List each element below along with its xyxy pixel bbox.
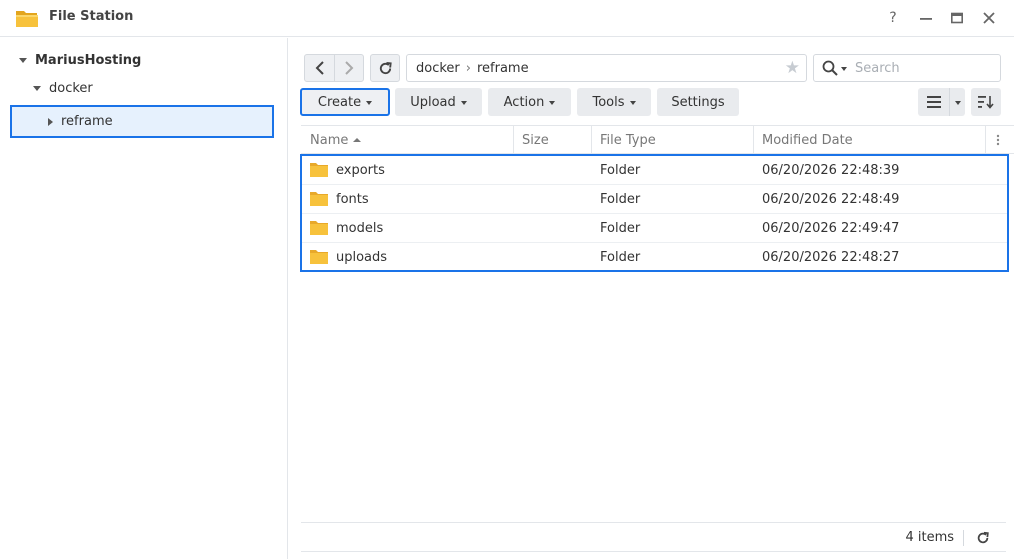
- table-row[interactable]: exports Folder 06/20/2026 22:48:39: [302, 156, 1007, 185]
- chevron-down-icon: [549, 101, 556, 105]
- file-modified: 06/20/2026 22:48:49: [762, 191, 900, 207]
- settings-button[interactable]: Settings: [657, 88, 739, 116]
- column-header-size[interactable]: Size: [522, 126, 592, 154]
- action-button[interactable]: Action: [488, 88, 571, 116]
- window-title: File Station: [49, 9, 134, 24]
- column-header-name[interactable]: Name: [310, 126, 510, 154]
- file-list: exports Folder 06/20/2026 22:48:39 fonts…: [300, 154, 1009, 272]
- file-modified: 06/20/2026 22:48:27: [762, 249, 900, 265]
- footer-refresh-button[interactable]: [974, 529, 992, 547]
- chevron-down-icon: [841, 67, 847, 71]
- close-icon[interactable]: [979, 8, 999, 28]
- forward-button[interactable]: [334, 55, 363, 81]
- file-type: Folder: [600, 162, 641, 178]
- back-button[interactable]: [305, 55, 334, 81]
- status-bar: 4 items: [301, 522, 1006, 552]
- path-bar[interactable]: docker › reframe ★: [406, 54, 807, 82]
- column-header-modified[interactable]: Modified Date: [762, 126, 962, 154]
- minimize-icon[interactable]: [916, 8, 936, 28]
- folder-icon: [310, 192, 328, 206]
- sort-asc-icon: [353, 138, 362, 142]
- column-divider: [591, 126, 592, 154]
- sort-icon: [978, 96, 994, 109]
- chevron-down-icon: [629, 101, 636, 105]
- tree-item-label: reframe: [61, 114, 113, 129]
- view-mode-selector: [918, 88, 965, 116]
- column-divider: [985, 126, 986, 154]
- tree-item-docker[interactable]: docker: [33, 74, 93, 102]
- folder-icon: [310, 163, 328, 177]
- list-view-icon: [926, 96, 941, 108]
- chevron-left-icon: [315, 61, 324, 75]
- sort-button[interactable]: [971, 88, 1001, 116]
- refresh-icon: [379, 61, 392, 74]
- column-options-icon[interactable]: [991, 126, 1005, 154]
- file-type: Folder: [600, 249, 641, 265]
- refresh-icon: [977, 531, 989, 544]
- folder-tree-panel: MariusHosting docker reframe: [0, 38, 288, 559]
- file-station-app-icon: [16, 11, 38, 27]
- search-placeholder: Search: [855, 60, 900, 76]
- chevron-down-icon: [460, 101, 467, 105]
- upload-button[interactable]: Upload: [395, 88, 482, 116]
- file-type: Folder: [600, 191, 641, 207]
- file-modified: 06/20/2026 22:49:47: [762, 220, 900, 236]
- expand-arrow-icon: [33, 85, 41, 91]
- table-row[interactable]: fonts Folder 06/20/2026 22:48:49: [302, 185, 1007, 214]
- file-name: fonts: [336, 191, 369, 207]
- breadcrumb-item[interactable]: docker: [416, 61, 460, 76]
- create-button[interactable]: Create: [300, 88, 390, 116]
- file-name: models: [336, 220, 384, 236]
- search-input[interactable]: Search: [813, 54, 1001, 82]
- column-divider: [513, 126, 514, 154]
- breadcrumb-separator: ›: [465, 60, 471, 76]
- file-type: Folder: [600, 220, 641, 236]
- view-dropdown-button[interactable]: [949, 88, 965, 116]
- help-icon[interactable]: ?: [883, 8, 903, 28]
- folder-icon: [310, 221, 328, 235]
- tree-item-reframe[interactable]: reframe: [10, 105, 274, 138]
- chevron-down-icon: [366, 101, 373, 105]
- breadcrumb-item[interactable]: reframe: [477, 61, 529, 76]
- divider: [963, 530, 964, 546]
- refresh-button[interactable]: [370, 54, 400, 82]
- column-header-type[interactable]: File Type: [600, 126, 750, 154]
- collapse-arrow-icon: [48, 117, 53, 126]
- history-nav: [304, 54, 364, 82]
- tree-item-root[interactable]: MariusHosting: [19, 46, 141, 74]
- chevron-down-icon: [954, 101, 961, 105]
- file-modified: 06/20/2026 22:48:39: [762, 162, 900, 178]
- list-view-button[interactable]: [918, 88, 949, 116]
- file-name: uploads: [336, 249, 388, 265]
- maximize-icon[interactable]: [947, 8, 967, 28]
- folder-icon: [310, 250, 328, 264]
- file-list-header: Name Size File Type Modified Date: [301, 125, 1014, 154]
- title-bar: File Station ?: [0, 0, 1014, 37]
- tree-item-label: MariusHosting: [35, 52, 142, 68]
- column-divider: [753, 126, 754, 154]
- expand-arrow-icon: [19, 57, 27, 63]
- tools-button[interactable]: Tools: [577, 88, 651, 116]
- item-count: 4 items: [905, 530, 954, 545]
- chevron-right-icon: [345, 61, 354, 75]
- tree-item-label: docker: [49, 80, 93, 96]
- file-name: exports: [336, 162, 385, 178]
- favorite-star-icon[interactable]: ★: [785, 58, 800, 78]
- table-row[interactable]: models Folder 06/20/2026 22:49:47: [302, 214, 1007, 243]
- search-icon: [822, 60, 838, 76]
- table-row[interactable]: uploads Folder 06/20/2026 22:48:27: [302, 243, 1007, 272]
